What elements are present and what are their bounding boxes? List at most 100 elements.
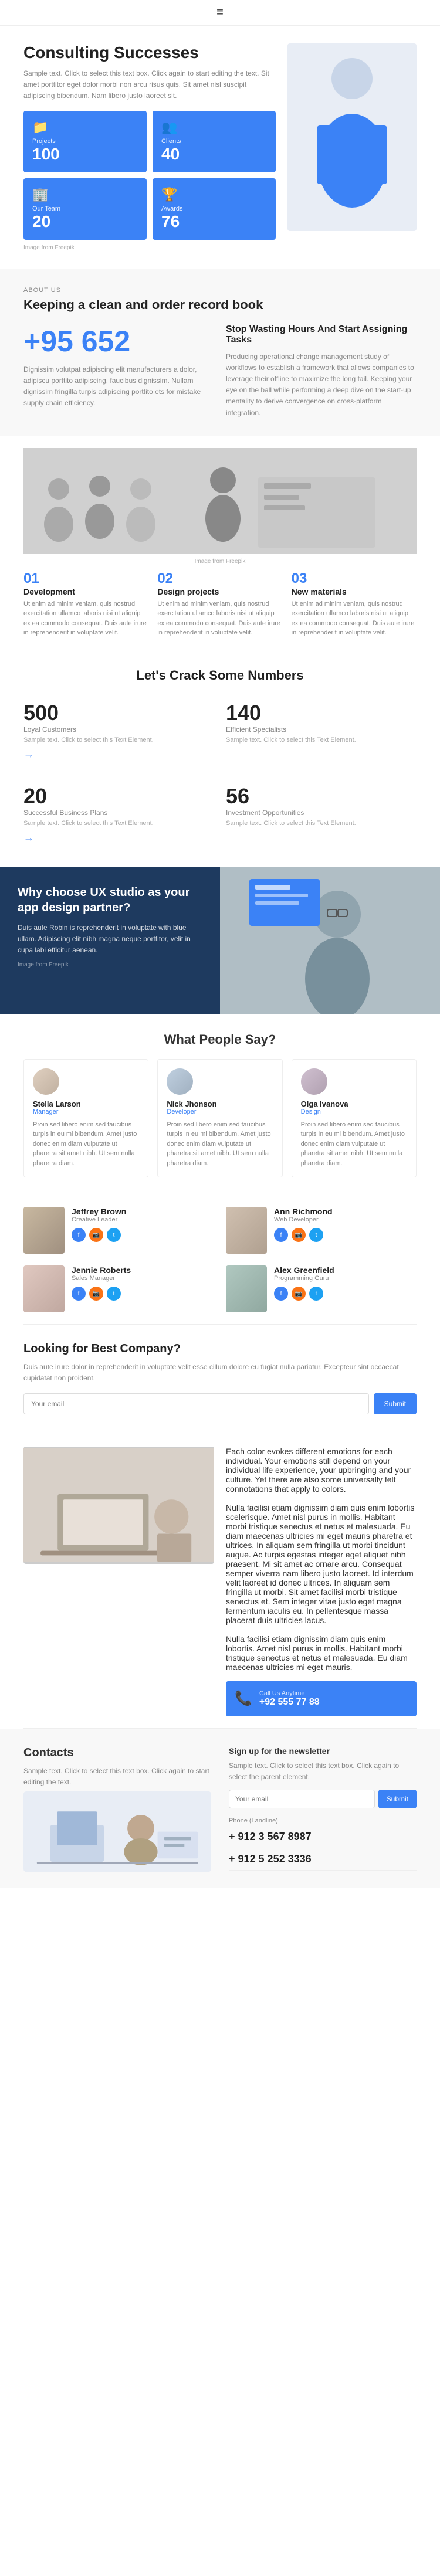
num-val-1: 140 <box>226 701 417 725</box>
hero-description: Sample text. Click to select this text b… <box>23 68 276 102</box>
article-para-1: Nulla facilisi etiam dignissim diam quis… <box>226 1503 417 1625</box>
stats-grid: 📁 Projects 100 👥 Clients 40 🏢 Our Team 2… <box>23 111 276 240</box>
testimonial-1-name: Nick Jhonson <box>167 1099 273 1108</box>
testimonial-0: Stella Larson Manager Proin sed libero e… <box>23 1059 148 1178</box>
clients-icon: 👥 <box>161 120 267 135</box>
numbers-section: Let's Crack Some Numbers 500 Loyal Custo… <box>0 650 440 867</box>
looking-heading: Looking for Best Company? <box>23 1342 417 1356</box>
team-member-0: Jeffrey Brown Creative Leader f 📷 t <box>23 1207 214 1254</box>
testimonials-grid: Stella Larson Manager Proin sed libero e… <box>23 1059 417 1178</box>
step-3: 03 New materials Ut enim ad minim veniam… <box>292 571 417 638</box>
about-right-heading: Stop Wasting Hours And Start Assigning T… <box>226 324 417 345</box>
facebook-icon-3[interactable]: f <box>274 1287 288 1301</box>
instagram-icon-3[interactable]: 📷 <box>292 1287 306 1301</box>
hamburger-icon[interactable]: ≡ <box>216 6 224 19</box>
twitter-icon-1[interactable]: t <box>309 1228 323 1242</box>
facebook-icon-1[interactable]: f <box>274 1228 288 1242</box>
num-label-0: Loyal Customers <box>23 725 214 734</box>
steps-image-credit: Image from Freepik <box>23 558 417 565</box>
newsletter-text: Sample text. Click to select this text b… <box>229 1760 417 1783</box>
call-text: Call Us Anytime +92 555 77 88 <box>259 1690 320 1708</box>
num-efficient-specialists: 140 Efficient Specialists Sample text. C… <box>226 695 417 766</box>
numbers-heading: Let's Crack Some Numbers <box>23 668 417 683</box>
team-role-1: Web Developer <box>274 1216 333 1223</box>
team-info-3: Alex Greenfield Programming Guru f 📷 t <box>274 1265 334 1301</box>
num-investment: 56 Investment Opportunities Sample text.… <box>226 778 417 850</box>
team-photo-2 <box>23 1265 65 1312</box>
social-icons-1: f 📷 t <box>274 1228 333 1242</box>
team-info-1: Ann Richmond Web Developer f 📷 t <box>274 1207 333 1242</box>
ux-image-credit: Image from Freepik <box>18 962 202 968</box>
stat-clients: 👥 Clients 40 <box>153 111 276 172</box>
phone-number-0[interactable]: + 912 3 567 8987 <box>229 1826 417 1848</box>
team-name-3: Alex Greenfield <box>274 1265 334 1275</box>
num-label-2: Successful Business Plans <box>23 809 214 817</box>
testimonial-2: Olga Ivanova Design Proin sed libero eni… <box>292 1059 417 1178</box>
phone-number-1[interactable]: + 912 5 252 3336 <box>229 1848 417 1871</box>
team-photo-0 <box>23 1207 65 1254</box>
testimonials-section: What People Say? Stella Larson Manager P… <box>0 1014 440 1196</box>
looking-section: Looking for Best Company? Duis aute irur… <box>0 1325 440 1434</box>
article-section: Each color evokes different emotions for… <box>0 1435 440 1728</box>
contacts-left: Contacts Sample text. Click to select th… <box>23 1746 211 1871</box>
contacts-text: Sample text. Click to select this text b… <box>23 1766 211 1788</box>
twitter-icon-2[interactable]: t <box>107 1287 121 1301</box>
newsletter-submit-button[interactable]: Submit <box>378 1790 417 1808</box>
team-member-3: Alex Greenfield Programming Guru f 📷 t <box>226 1265 417 1312</box>
stat-clients-label: Clients <box>161 138 267 145</box>
avatar-olga <box>301 1068 327 1095</box>
email-form: Submit <box>23 1393 417 1414</box>
testimonial-1: Nick Jhonson Developer Proin sed libero … <box>157 1059 282 1178</box>
twitter-icon-0[interactable]: t <box>107 1228 121 1242</box>
submit-button[interactable]: Submit <box>374 1393 417 1414</box>
about-left-text: Dignissim volutpat adipiscing elit manuf… <box>23 364 214 409</box>
step-2-text: Ut enim ad minim veniam, quis nostrud ex… <box>157 599 282 638</box>
call-label: Call Us Anytime <box>259 1690 320 1697</box>
stat-projects-label: Projects <box>32 138 138 145</box>
steps-grid: 01 Development Ut enim ad minim veniam, … <box>23 571 417 638</box>
social-icons-0: f 📷 t <box>72 1228 126 1242</box>
stat-team: 🏢 Our Team 20 <box>23 178 147 240</box>
article-para-0: Each color evokes different emotions for… <box>226 1447 417 1494</box>
arrow-link-2[interactable]: → <box>23 831 34 844</box>
phone-label-0: Phone (Landline) <box>229 1817 417 1824</box>
team-name-0: Jeffrey Brown <box>72 1207 126 1216</box>
about-right: Stop Wasting Hours And Start Assigning T… <box>226 324 417 419</box>
step-3-num: 03 <box>292 571 417 587</box>
stat-awards: 🏆 Awards 76 <box>153 178 276 240</box>
team-info-0: Jeffrey Brown Creative Leader f 📷 t <box>72 1207 126 1242</box>
email-input[interactable] <box>23 1393 369 1414</box>
instagram-icon-2[interactable]: 📷 <box>89 1287 103 1301</box>
step-1-title: Development <box>23 587 148 596</box>
instagram-icon-1[interactable]: 📷 <box>292 1228 306 1242</box>
twitter-icon-3[interactable]: t <box>309 1287 323 1301</box>
team-name-1: Ann Richmond <box>274 1207 333 1216</box>
team-grid: Jeffrey Brown Creative Leader f 📷 t Ann … <box>23 1207 417 1312</box>
ux-text: Why choose UX studio as your app design … <box>0 867 220 1014</box>
testimonial-2-name: Olga Ivanova <box>301 1099 407 1108</box>
awards-icon: 🏆 <box>161 187 267 202</box>
call-number: +92 555 77 88 <box>259 1697 320 1708</box>
top-nav: ≡ <box>0 0 440 26</box>
facebook-icon-2[interactable]: f <box>72 1287 86 1301</box>
about-left: +95 652 Dignissim volutpat adipiscing el… <box>23 324 214 409</box>
step-2: 02 Design projects Ut enim ad minim veni… <box>157 571 282 638</box>
instagram-icon-0[interactable]: 📷 <box>89 1228 103 1242</box>
num-desc-2: Sample text. Click to select this Text E… <box>23 820 214 827</box>
step-1: 01 Development Ut enim ad minim veniam, … <box>23 571 148 638</box>
steps-section: Image from Freepik 01 Development Ut eni… <box>0 436 440 650</box>
arrow-link-0[interactable]: → <box>23 748 34 761</box>
phone-numbers: Phone (Landline) + 912 3 567 8987 + 912 … <box>229 1817 417 1871</box>
num-loyal-customers: 500 Loyal Customers Sample text. Click t… <box>23 695 214 766</box>
step-3-text: Ut enim ad minim veniam, quis nostrud ex… <box>292 599 417 638</box>
step-2-title: Design projects <box>157 587 282 596</box>
num-label-3: Investment Opportunities <box>226 809 417 817</box>
testimonial-1-text: Proin sed libero enim sed faucibus turpi… <box>167 1120 273 1169</box>
step-3-title: New materials <box>292 587 417 596</box>
facebook-icon-0[interactable]: f <box>72 1228 86 1242</box>
ux-heading: Why choose UX studio as your app design … <box>18 885 202 915</box>
phone-icon: 📞 <box>235 1690 252 1707</box>
team-section: Jeffrey Brown Creative Leader f 📷 t Ann … <box>0 1195 440 1324</box>
newsletter-email-input[interactable] <box>229 1790 375 1808</box>
social-icons-2: f 📷 t <box>72 1287 131 1301</box>
